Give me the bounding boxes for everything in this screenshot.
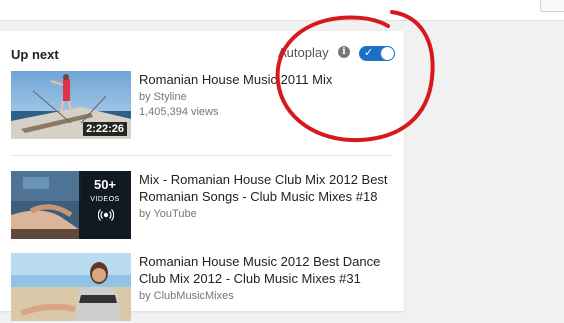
top-bar	[0, 0, 564, 21]
video-title[interactable]: Mix - Romanian House Club Mix 2012 Best …	[139, 171, 394, 205]
video-channel[interactable]: by ClubMusicMixes	[139, 289, 234, 303]
playlist-label: VIDEOS	[90, 196, 120, 203]
topbar-button[interactable]	[540, 0, 564, 12]
list-item[interactable]: 2:22:26 Romanian House Music 2011 Mix by…	[11, 71, 391, 141]
list-item[interactable]: 50+ VIDEOS Mix - Romanian House Club Mix…	[11, 171, 391, 241]
video-thumbnail[interactable]: 50+ VIDEOS	[11, 171, 131, 239]
video-thumbnail[interactable]: 2:22:26	[11, 71, 131, 139]
video-duration: 2:22:26	[83, 122, 127, 136]
autoplay-label: Autoplay	[278, 45, 329, 60]
autoplay-toggle[interactable]: ✓	[359, 46, 395, 61]
up-next-heading: Up next	[11, 47, 59, 62]
video-thumbnail[interactable]	[11, 253, 131, 321]
check-icon: ✓	[364, 47, 374, 59]
divider	[11, 155, 391, 156]
video-thumbnail-image	[11, 253, 131, 321]
up-next-panel: Up next Autoplay i ✓ 2:22:26 Romanian Ho…	[0, 31, 404, 321]
video-channel[interactable]: by YouTube	[139, 207, 197, 221]
list-item[interactable]: Romanian House Music 2012 Best Dance Clu…	[11, 253, 391, 323]
toggle-knob	[380, 46, 395, 61]
info-icon[interactable]: i	[338, 46, 350, 58]
playlist-count: 50+	[93, 177, 117, 192]
video-channel[interactable]: by Styline	[139, 90, 187, 104]
video-title[interactable]: Romanian House Music 2011 Mix	[139, 71, 394, 88]
video-views: 1,405,394 views	[139, 106, 219, 118]
playlist-mix-icon	[98, 209, 114, 221]
playlist-overlay: 50+ VIDEOS	[79, 171, 131, 239]
video-title[interactable]: Romanian House Music 2012 Best Dance Clu…	[139, 253, 394, 287]
